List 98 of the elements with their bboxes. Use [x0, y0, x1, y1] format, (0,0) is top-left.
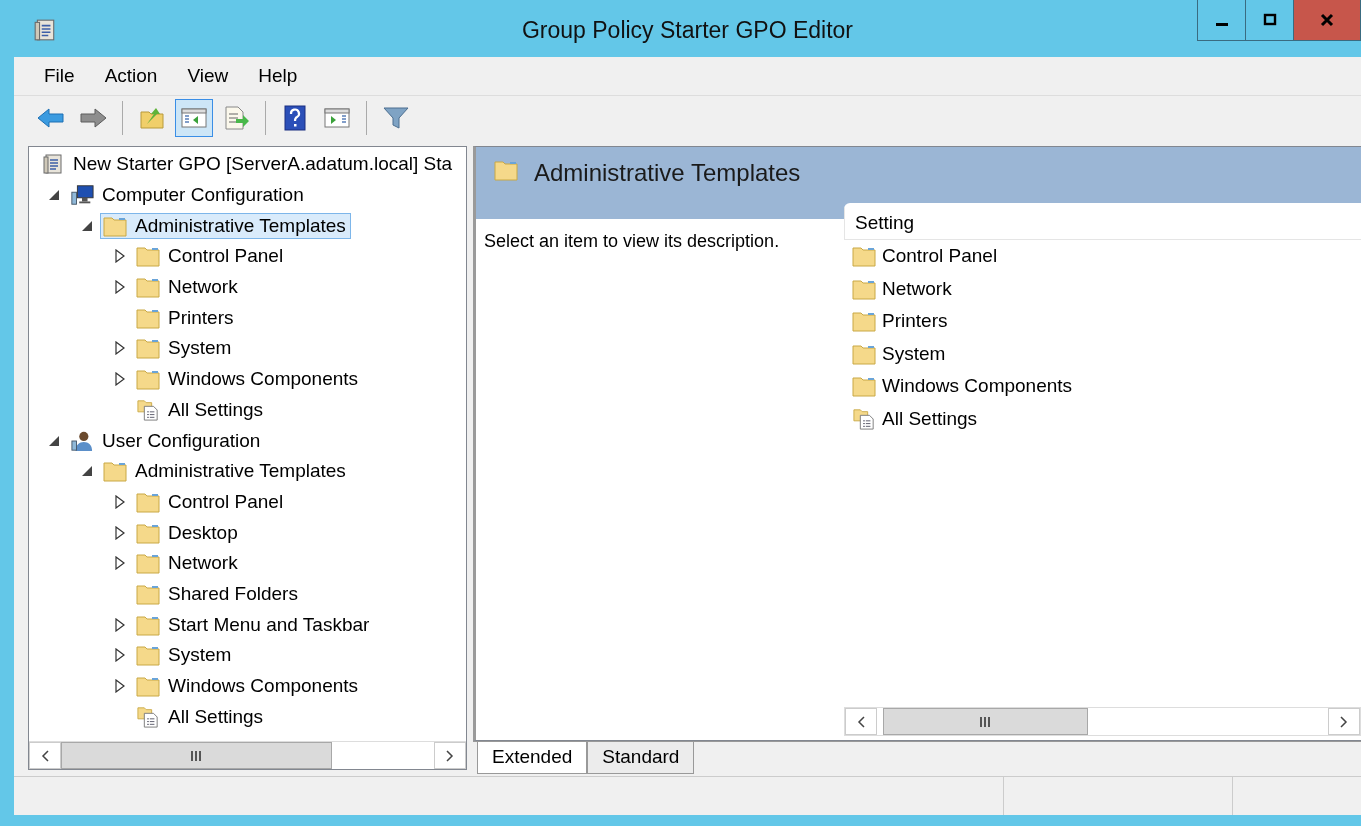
folder-icon [852, 375, 876, 398]
folder-icon [136, 675, 160, 698]
tree-item[interactable]: Control Panel [133, 488, 289, 515]
scroll-left-button[interactable] [845, 708, 877, 735]
tree-toggle[interactable] [114, 280, 126, 295]
list-item[interactable]: All Settings [844, 402, 1361, 435]
scroll-left-button[interactable] [29, 742, 61, 769]
menu-item[interactable]: Help [244, 63, 310, 89]
pane-icon [323, 106, 351, 130]
export-list-icon [222, 105, 250, 131]
tree-toggle[interactable] [114, 341, 126, 356]
tree-toggle[interactable] [114, 679, 126, 694]
list-item[interactable]: Printers [844, 305, 1361, 338]
tree-toggle[interactable] [114, 525, 126, 540]
folder-icon [103, 214, 127, 237]
folder-icon [852, 342, 876, 365]
toolbar-button[interactable] [175, 99, 213, 137]
folder-icon [852, 277, 876, 300]
settings-list-icon [852, 407, 876, 430]
grip-icon [979, 716, 992, 727]
right-arrow-icon [79, 107, 107, 129]
tree-item[interactable]: Administrative Templates [100, 458, 351, 485]
list-item[interactable]: Network [844, 272, 1361, 305]
tree-item[interactable]: All Settings [133, 703, 269, 730]
folder-icon [136, 644, 160, 667]
tree-toggle[interactable] [114, 556, 126, 571]
right-chevron-icon [446, 749, 454, 762]
computer-icon [70, 184, 94, 207]
settings-list-icon [136, 705, 160, 728]
tree-toggle[interactable] [114, 494, 126, 509]
tree-item[interactable]: Windows Components [133, 673, 364, 700]
scrollbar-thumb[interactable] [883, 708, 1088, 735]
list-item[interactable]: System [844, 337, 1361, 370]
folder-icon [136, 245, 160, 268]
document-icon [41, 153, 65, 176]
tree-item[interactable]: Desktop [133, 519, 243, 546]
scroll-right-button[interactable] [434, 742, 466, 769]
horizontal-scrollbar[interactable] [844, 707, 1361, 736]
app-icon [34, 18, 56, 42]
tree-item[interactable]: Shared Folders [133, 580, 303, 607]
tree-item[interactable]: System [133, 642, 237, 669]
folder-icon [136, 521, 160, 544]
details-title: Administrative Templates [534, 159, 801, 187]
folder-icon [852, 310, 876, 333]
tree-item[interactable]: Network [133, 274, 243, 301]
tab[interactable]: Standard [587, 742, 695, 774]
folder-up-icon [139, 106, 165, 130]
tree-toggle[interactable] [114, 617, 126, 632]
tree-item[interactable]: Printers [133, 304, 239, 331]
minimize-icon [1215, 22, 1228, 26]
folder-icon [136, 490, 160, 513]
tree-toggle[interactable] [114, 249, 126, 264]
tree-item[interactable]: Network [133, 550, 243, 577]
left-arrow-icon [37, 107, 65, 129]
menu-item[interactable]: Action [90, 63, 170, 89]
tree-item[interactable]: Windows Components [133, 366, 364, 393]
horizontal-scrollbar[interactable] [29, 741, 466, 769]
folder-icon [136, 552, 160, 575]
tree-toggle[interactable] [114, 372, 126, 387]
column-header[interactable]: Setting [844, 207, 1361, 240]
filter-icon [382, 105, 410, 131]
window-title: Group Policy Starter GPO Editor [521, 17, 854, 44]
tree-item[interactable]: Administrative Templates [100, 212, 351, 239]
left-chevron-icon [41, 749, 49, 762]
description-text: Select an item to view its description. [484, 231, 780, 251]
tree-toggle[interactable] [114, 648, 126, 663]
scrollbar-thumb[interactable] [61, 742, 332, 769]
tree-item[interactable]: New Starter GPO [ServerA.adatum.local] Sta [38, 151, 458, 178]
tree-item[interactable]: User Configuration [67, 427, 266, 454]
grip-icon [190, 750, 203, 761]
menu-item[interactable]: View [173, 63, 241, 89]
list-item[interactable]: Windows Components [844, 370, 1361, 403]
folder-icon [136, 337, 160, 360]
close-icon [1320, 13, 1334, 27]
folder-icon [494, 159, 518, 181]
folder-icon [136, 368, 160, 391]
tree-item[interactable]: All Settings [133, 396, 269, 423]
tab[interactable]: Extended [477, 742, 588, 774]
left-chevron-icon [857, 715, 865, 728]
folder-icon [136, 613, 160, 636]
tree-item[interactable]: Computer Configuration [67, 182, 309, 209]
folder-icon [103, 460, 127, 483]
folder-icon [136, 306, 160, 329]
settings-list-icon [136, 398, 160, 421]
menu-item[interactable]: File [30, 63, 87, 89]
scroll-right-button[interactable] [1328, 708, 1360, 735]
panel-icon [180, 106, 208, 130]
folder-icon [852, 245, 876, 268]
tree-item[interactable]: System [133, 335, 237, 362]
folder-icon [136, 582, 160, 605]
list-item[interactable]: Control Panel [844, 240, 1361, 273]
tree-item[interactable]: Control Panel [133, 243, 289, 270]
maximize-icon [1262, 13, 1277, 27]
user-icon [70, 429, 94, 452]
folder-icon [136, 276, 160, 299]
help-icon [283, 105, 307, 131]
tree-item[interactable]: Start Menu and Taskbar [133, 611, 375, 638]
right-chevron-icon [1340, 715, 1348, 728]
